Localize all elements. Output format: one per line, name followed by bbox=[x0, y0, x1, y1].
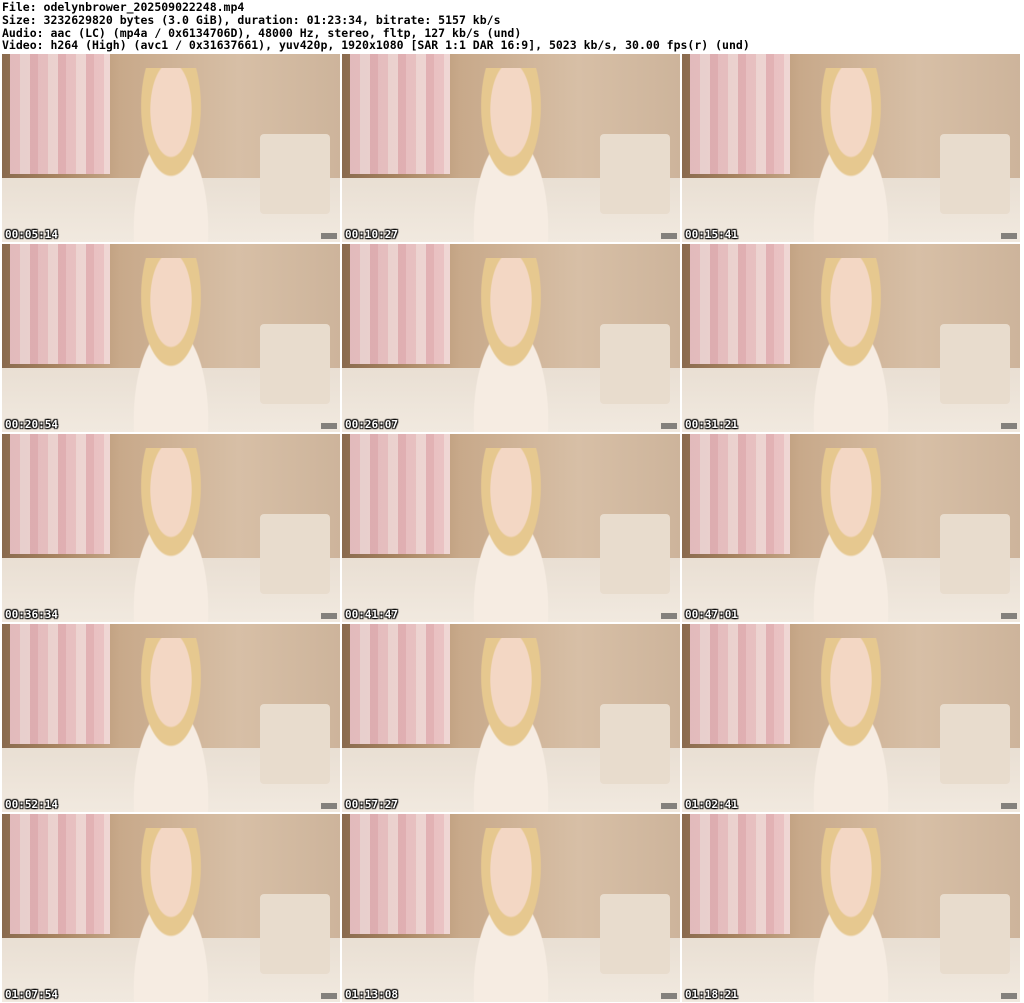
person-figure bbox=[106, 828, 236, 1002]
thumbnail-timestamp: 00:52:14 bbox=[5, 798, 58, 811]
watermark-icon bbox=[1001, 803, 1017, 809]
watermark-icon bbox=[661, 233, 677, 239]
person-figure bbox=[786, 638, 916, 812]
clothing-rack bbox=[10, 434, 110, 554]
watermark-icon bbox=[661, 993, 677, 999]
clothing-rack bbox=[690, 244, 790, 364]
person-figure bbox=[106, 638, 236, 812]
person-figure bbox=[446, 448, 576, 622]
watermark-icon bbox=[661, 423, 677, 429]
video-thumbnail: 00:26:07 bbox=[342, 244, 680, 432]
clothing-rack bbox=[690, 624, 790, 744]
person-figure bbox=[446, 68, 576, 242]
video-thumbnail: 00:31:21 bbox=[682, 244, 1020, 432]
clothing-rack bbox=[10, 244, 110, 364]
person-figure bbox=[786, 448, 916, 622]
watermark-icon bbox=[1001, 993, 1017, 999]
thumbnail-timestamp: 00:05:14 bbox=[5, 228, 58, 241]
person-figure bbox=[786, 258, 916, 432]
clothing-rack bbox=[10, 814, 110, 934]
video-thumbnail: 01:18:21 bbox=[682, 814, 1020, 1002]
thumbnail-timestamp: 01:07:54 bbox=[5, 988, 58, 1001]
thumbnail-timestamp: 00:57:27 bbox=[345, 798, 398, 811]
clothing-rack bbox=[10, 54, 110, 174]
watermark-icon bbox=[661, 803, 677, 809]
watermark-icon bbox=[321, 613, 337, 619]
thumbnail-timestamp: 01:18:21 bbox=[685, 988, 738, 1001]
video-thumbnail: 01:13:08 bbox=[342, 814, 680, 1002]
video-thumbnail: 00:52:14 bbox=[2, 624, 340, 812]
video-thumbnail: 01:02:41 bbox=[682, 624, 1020, 812]
person-figure bbox=[446, 828, 576, 1002]
audio-info-line: Audio: aac (LC) (mp4a / 0x6134706D), 480… bbox=[2, 26, 522, 40]
watermark-icon bbox=[321, 423, 337, 429]
video-thumbnail: 01:07:54 bbox=[2, 814, 340, 1002]
person-figure bbox=[786, 68, 916, 242]
thumbnail-timestamp: 00:47:01 bbox=[685, 608, 738, 621]
thumbnail-timestamp: 00:20:54 bbox=[5, 418, 58, 431]
thumbnail-timestamp: 00:36:34 bbox=[5, 608, 58, 621]
watermark-icon bbox=[321, 993, 337, 999]
person-figure bbox=[106, 68, 236, 242]
video-thumbnail: 00:47:01 bbox=[682, 434, 1020, 622]
thumbnail-timestamp: 00:31:21 bbox=[685, 418, 738, 431]
video-thumbnail: 00:05:14 bbox=[2, 54, 340, 242]
file-name-line: File: odelynbrower_202509022248.mp4 bbox=[2, 1, 245, 14]
clothing-rack bbox=[10, 624, 110, 744]
watermark-icon bbox=[661, 613, 677, 619]
clothing-rack bbox=[690, 434, 790, 554]
clothing-rack bbox=[350, 814, 450, 934]
video-thumbnail: 00:57:27 bbox=[342, 624, 680, 812]
thumbnail-timestamp: 00:26:07 bbox=[345, 418, 398, 431]
video-thumbnail: 00:20:54 bbox=[2, 244, 340, 432]
clothing-rack bbox=[350, 434, 450, 554]
person-figure bbox=[446, 258, 576, 432]
person-figure bbox=[106, 448, 236, 622]
video-thumbnail: 00:15:41 bbox=[682, 54, 1020, 242]
person-figure bbox=[786, 828, 916, 1002]
watermark-icon bbox=[1001, 233, 1017, 239]
thumbnail-timestamp: 00:10:27 bbox=[345, 228, 398, 241]
clothing-rack bbox=[690, 54, 790, 174]
file-info-header: File: odelynbrower_202509022248.mp4 Size… bbox=[0, 0, 1024, 54]
video-thumbnail: 00:10:27 bbox=[342, 54, 680, 242]
clothing-rack bbox=[350, 624, 450, 744]
thumbnail-timestamp: 01:13:08 bbox=[345, 988, 398, 1001]
watermark-icon bbox=[1001, 613, 1017, 619]
thumbnail-timestamp: 00:15:41 bbox=[685, 228, 738, 241]
thumbnail-timestamp: 00:41:47 bbox=[345, 608, 398, 621]
watermark-icon bbox=[321, 803, 337, 809]
video-thumbnail: 00:41:47 bbox=[342, 434, 680, 622]
thumbnail-timestamp: 01:02:41 bbox=[685, 798, 738, 811]
watermark-icon bbox=[321, 233, 337, 239]
person-figure bbox=[446, 638, 576, 812]
person-figure bbox=[106, 258, 236, 432]
video-info-line: Video: h264 (High) (avc1 / 0x31637661), … bbox=[2, 39, 750, 53]
watermark-icon bbox=[1001, 423, 1017, 429]
clothing-rack bbox=[350, 54, 450, 174]
clothing-rack bbox=[690, 814, 790, 934]
video-thumbnail: 00:36:34 bbox=[2, 434, 340, 622]
file-size-line: Size: 3232629820 bytes (3.0 GiB), durati… bbox=[2, 13, 501, 27]
clothing-rack bbox=[350, 244, 450, 364]
